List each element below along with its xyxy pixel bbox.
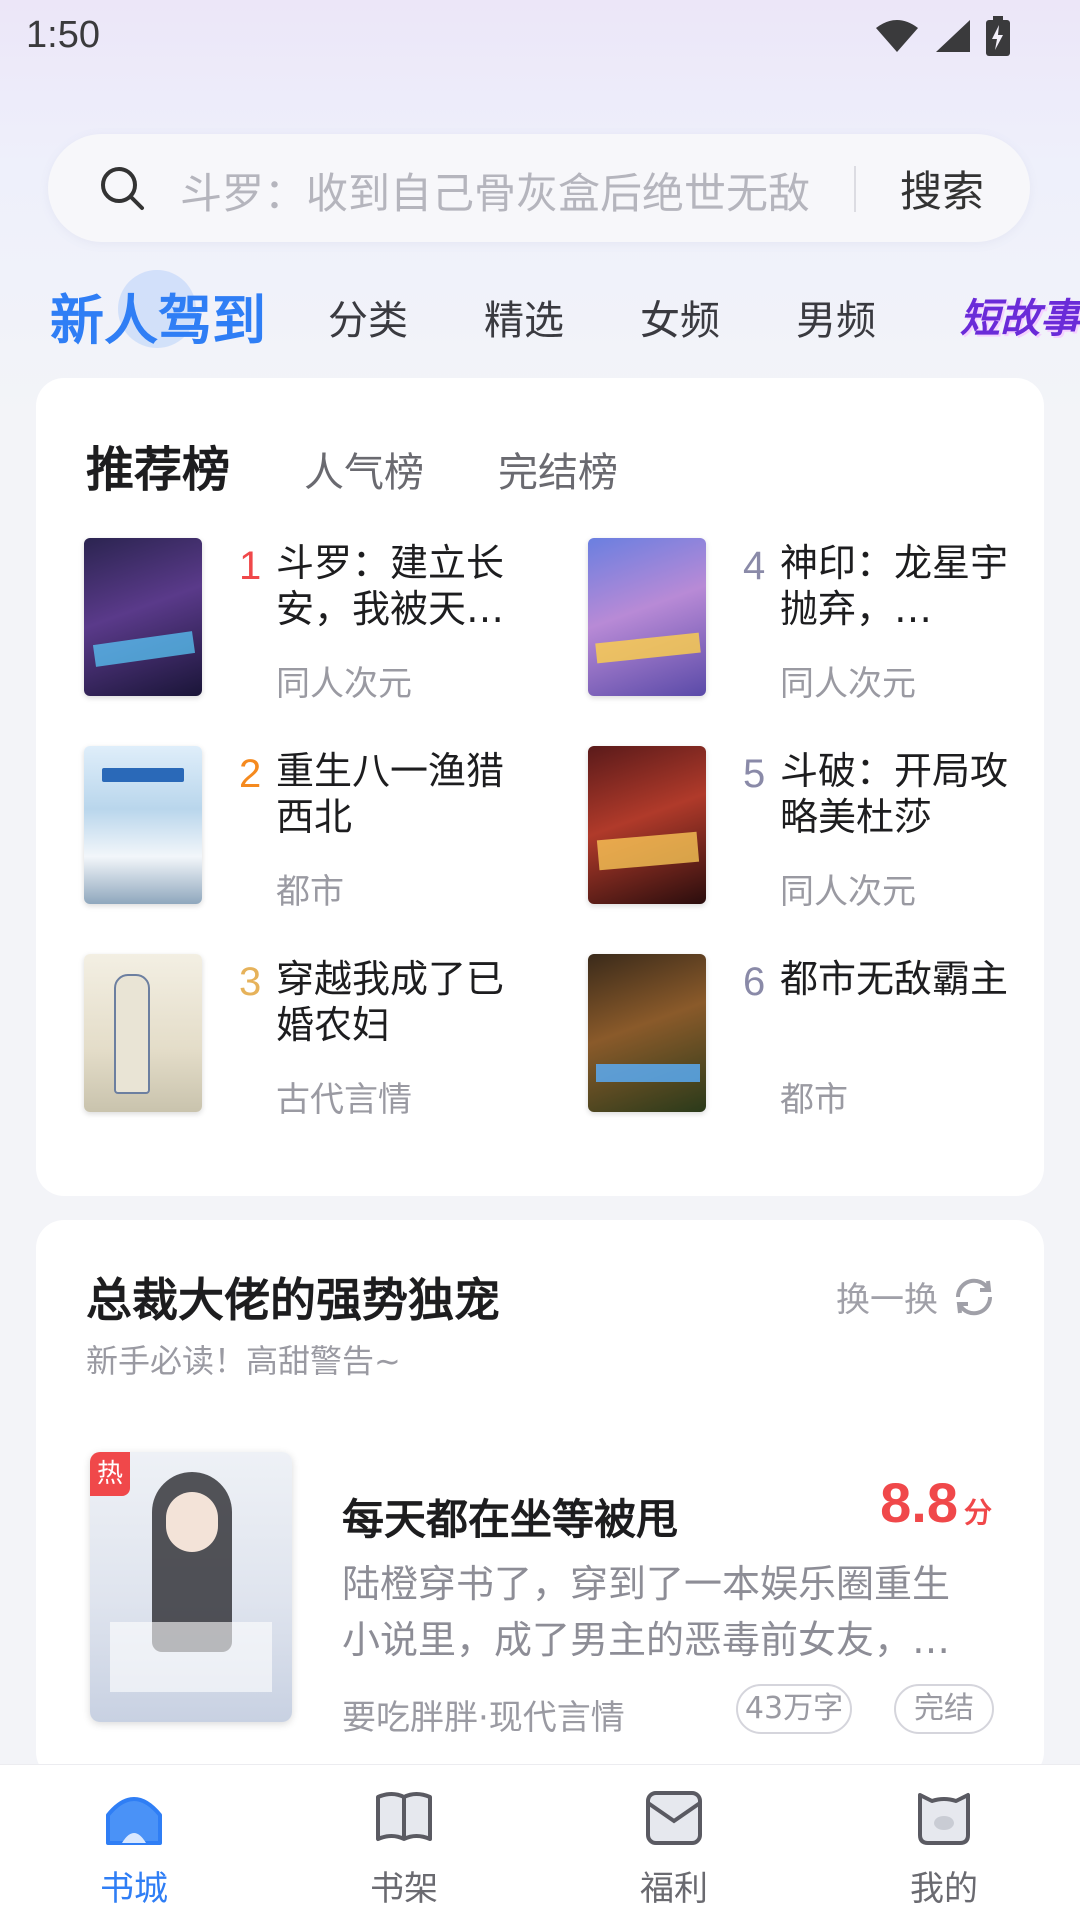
home-icon xyxy=(106,1797,162,1845)
rank-item-3[interactable]: 3 穿越我成了已婚农妇 古代言情 xyxy=(84,954,544,1124)
rank-genre: 古代言情 xyxy=(276,1080,412,1120)
book-author-genre: 要吃胖胖·现代言情 xyxy=(342,1698,625,1738)
nav-label: 我的 xyxy=(910,1869,978,1909)
wifi-icon xyxy=(876,20,918,52)
book-cover xyxy=(84,538,202,696)
envelope-icon xyxy=(646,1791,702,1845)
nav-label: 书城 xyxy=(100,1869,168,1909)
rank-number: 5 xyxy=(743,752,766,796)
word-count-tag: 43万字 xyxy=(736,1684,852,1734)
rank-genre: 都市 xyxy=(276,872,344,912)
rank-genre: 同人次元 xyxy=(780,872,916,912)
book-cover[interactable]: 热 xyxy=(90,1452,292,1722)
search-divider xyxy=(854,166,856,212)
rank-title: 斗破：开局攻略美杜莎 xyxy=(780,749,1009,839)
nav-bookstore[interactable]: 书城 xyxy=(64,1785,204,1910)
rank-genre: 同人次元 xyxy=(780,664,916,704)
book-icon xyxy=(376,1792,432,1841)
rank-title: 都市无敌霸主 xyxy=(780,957,1009,1001)
book-score: 8.8 分 xyxy=(880,1470,992,1535)
book-cover xyxy=(84,746,202,904)
status-tag: 完结 xyxy=(894,1684,994,1734)
nav-label: 书架 xyxy=(370,1869,438,1909)
ranking-tabs: 推荐榜 人气榜 完结榜 xyxy=(86,430,692,500)
tab-short-story[interactable]: 短故事 xyxy=(960,286,1080,344)
rank-number: 4 xyxy=(743,544,766,588)
score-unit: 分 xyxy=(963,1496,992,1529)
rank-item-6[interactable]: 6 都市无敌霸主 都市 xyxy=(588,954,1048,1124)
rank-title: 神印：龙星宇抛弃，… xyxy=(780,541,1009,631)
status-time: 1:50 xyxy=(26,14,100,56)
book-cover xyxy=(588,538,706,696)
rank-item-2[interactable]: 2 重生八一渔猎西北 都市 xyxy=(84,746,544,916)
book-cover xyxy=(588,746,706,904)
tab-popular-rank[interactable]: 人气榜 xyxy=(304,440,424,498)
refresh-button[interactable]: 换一换 xyxy=(836,1272,996,1321)
section-title: 总裁大佬的强势独宠 xyxy=(86,1273,500,1327)
search-button[interactable]: 搜索 xyxy=(900,158,984,219)
bottom-nav: 书城 书架 福利 我的 xyxy=(0,1764,1080,1920)
nav-profile[interactable]: 我的 xyxy=(874,1785,1014,1910)
rank-item-1[interactable]: 1 斗罗：建立长安，我被天… 同人次元 xyxy=(84,538,544,708)
refresh-icon xyxy=(955,1278,993,1315)
profile-icon xyxy=(918,1793,970,1845)
cellular-icon xyxy=(936,20,970,52)
tab-female[interactable]: 女频 xyxy=(640,288,720,346)
status-icons xyxy=(874,16,1010,56)
battery-icon xyxy=(986,16,1010,56)
nav-welfare[interactable]: 福利 xyxy=(604,1785,744,1910)
status-bar: 1:50 xyxy=(0,0,1080,70)
rank-number: 1 xyxy=(239,544,262,588)
tab-male[interactable]: 男频 xyxy=(796,288,876,346)
ranking-card: 推荐榜 人气榜 完结榜 1 斗罗：建立长安，我被天… 同人次元 2 重生八一渔猎… xyxy=(36,378,1044,1196)
rank-genre: 同人次元 xyxy=(276,664,412,704)
section-subtitle: 新手必读！高甜警告~ xyxy=(86,1342,401,1380)
rank-genre: 都市 xyxy=(780,1080,848,1120)
nav-bookshelf[interactable]: 书架 xyxy=(334,1785,474,1910)
tab-featured[interactable]: 精选 xyxy=(484,288,564,346)
tab-recommend-rank[interactable]: 推荐榜 xyxy=(86,430,230,500)
hot-badge: 热 xyxy=(90,1452,130,1496)
book-description: 陆橙穿书了，穿到了一本娱乐圈重生小说里，成了男主的恶毒前女友，… xyxy=(342,1562,951,1662)
rank-number: 6 xyxy=(743,960,766,1004)
refresh-label: 换一换 xyxy=(836,1280,938,1320)
category-tabs: 新人驾到 分类 精选 女频 男频 短故事 xyxy=(0,268,1080,358)
search-icon xyxy=(101,167,144,210)
tab-newcomer[interactable]: 新人驾到 xyxy=(50,276,266,355)
book-title[interactable]: 每天都在坐等被甩 xyxy=(342,1486,678,1547)
rank-number: 3 xyxy=(239,960,262,1004)
tab-finished-rank[interactable]: 完结榜 xyxy=(498,440,618,498)
book-cover xyxy=(588,954,706,1112)
search-input[interactable]: 斗罗：收到自己骨灰盒后绝世无敌 xyxy=(180,160,870,221)
score-value: 8.8 xyxy=(880,1471,958,1534)
rank-title: 重生八一渔猎西北 xyxy=(276,749,505,839)
rank-number: 2 xyxy=(239,752,262,796)
recommend-card: 总裁大佬的强势独宠 新手必读！高甜警告~ 换一换 热 每天都在坐等被甩 8.8 分… xyxy=(36,1220,1044,1780)
search-bar[interactable]: 斗罗：收到自己骨灰盒后绝世无敌 搜索 xyxy=(48,134,1030,242)
tab-category[interactable]: 分类 xyxy=(328,288,408,346)
book-cover xyxy=(84,954,202,1112)
rank-title: 穿越我成了已婚农妇 xyxy=(276,957,505,1047)
rank-title: 斗罗：建立长安，我被天… xyxy=(276,541,505,631)
nav-label: 福利 xyxy=(640,1869,708,1909)
rank-item-5[interactable]: 5 斗破：开局攻略美杜莎 同人次元 xyxy=(588,746,1048,916)
rank-item-4[interactable]: 4 神印：龙星宇抛弃，… 同人次元 xyxy=(588,538,1048,708)
